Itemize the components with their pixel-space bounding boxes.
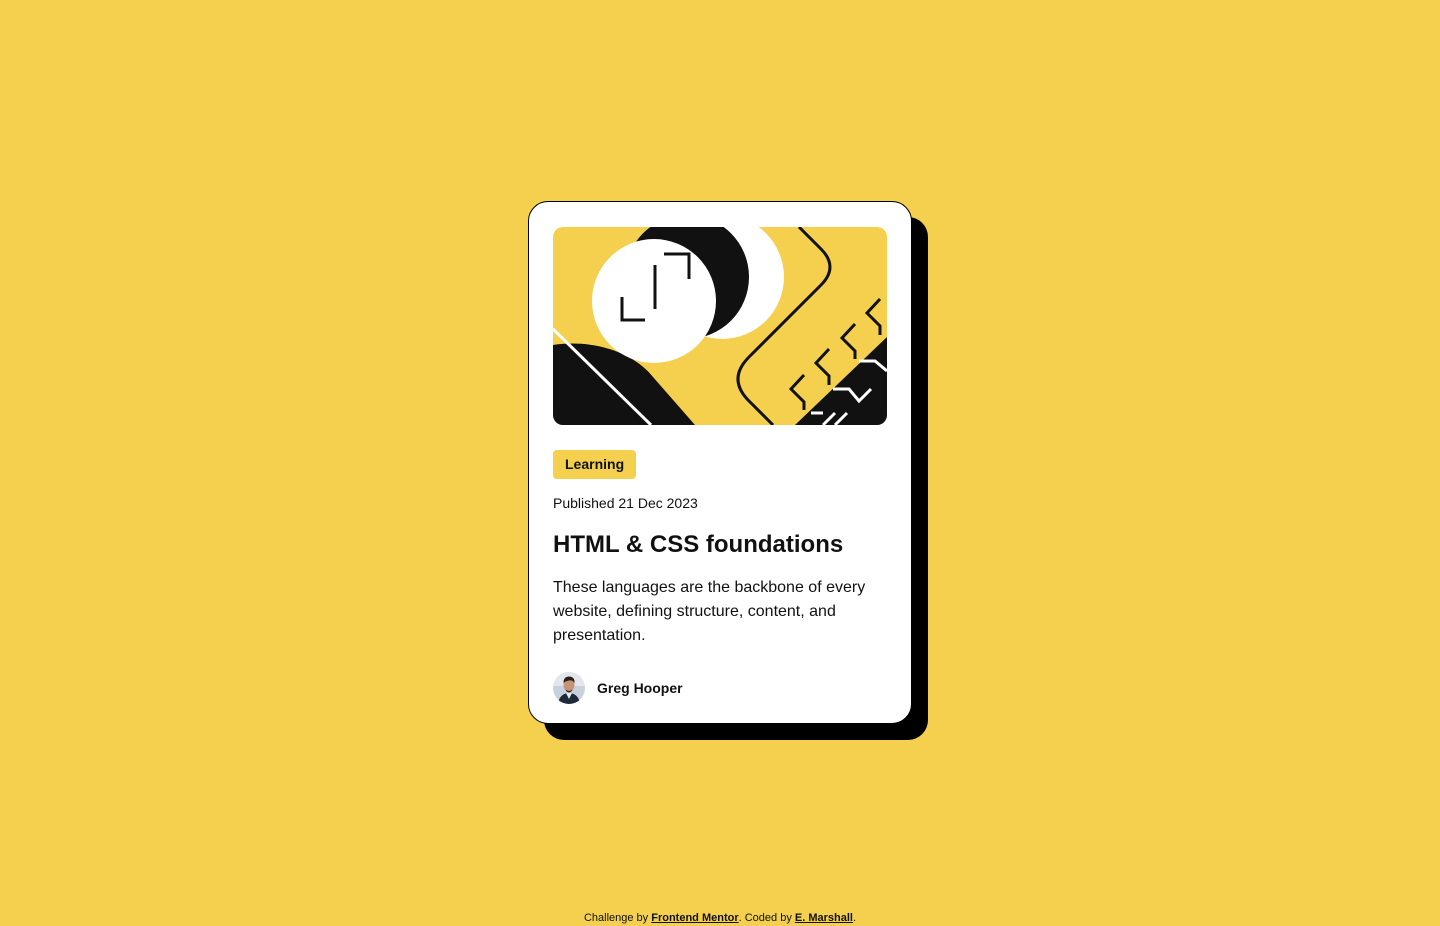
hero-illustration [553, 227, 887, 425]
article-title[interactable]: HTML & CSS foundations [553, 530, 887, 560]
article-description: These languages are the backbone of ever… [553, 579, 866, 644]
author: Greg Hooper [553, 672, 887, 704]
attribution-footer: Challenge by Frontend Mentor. Coded by E… [0, 911, 1440, 925]
attribution-middle: . Coded by [738, 912, 795, 924]
attribution-suffix: . [852, 912, 857, 924]
author-link[interactable]: E. Marshall [795, 912, 853, 924]
author-name: Greg Hooper [597, 679, 683, 696]
attribution-prefix: Challenge by [583, 912, 652, 924]
blog-preview-card: Learning Published 21 Dec 2023 HTML & CS… [528, 201, 912, 724]
category-tag: Learning [553, 450, 637, 479]
frontend-mentor-link[interactable]: Frontend Mentor [651, 912, 738, 924]
author-avatar [553, 672, 585, 704]
published-date: Published 21 Dec 2023 [553, 495, 698, 511]
